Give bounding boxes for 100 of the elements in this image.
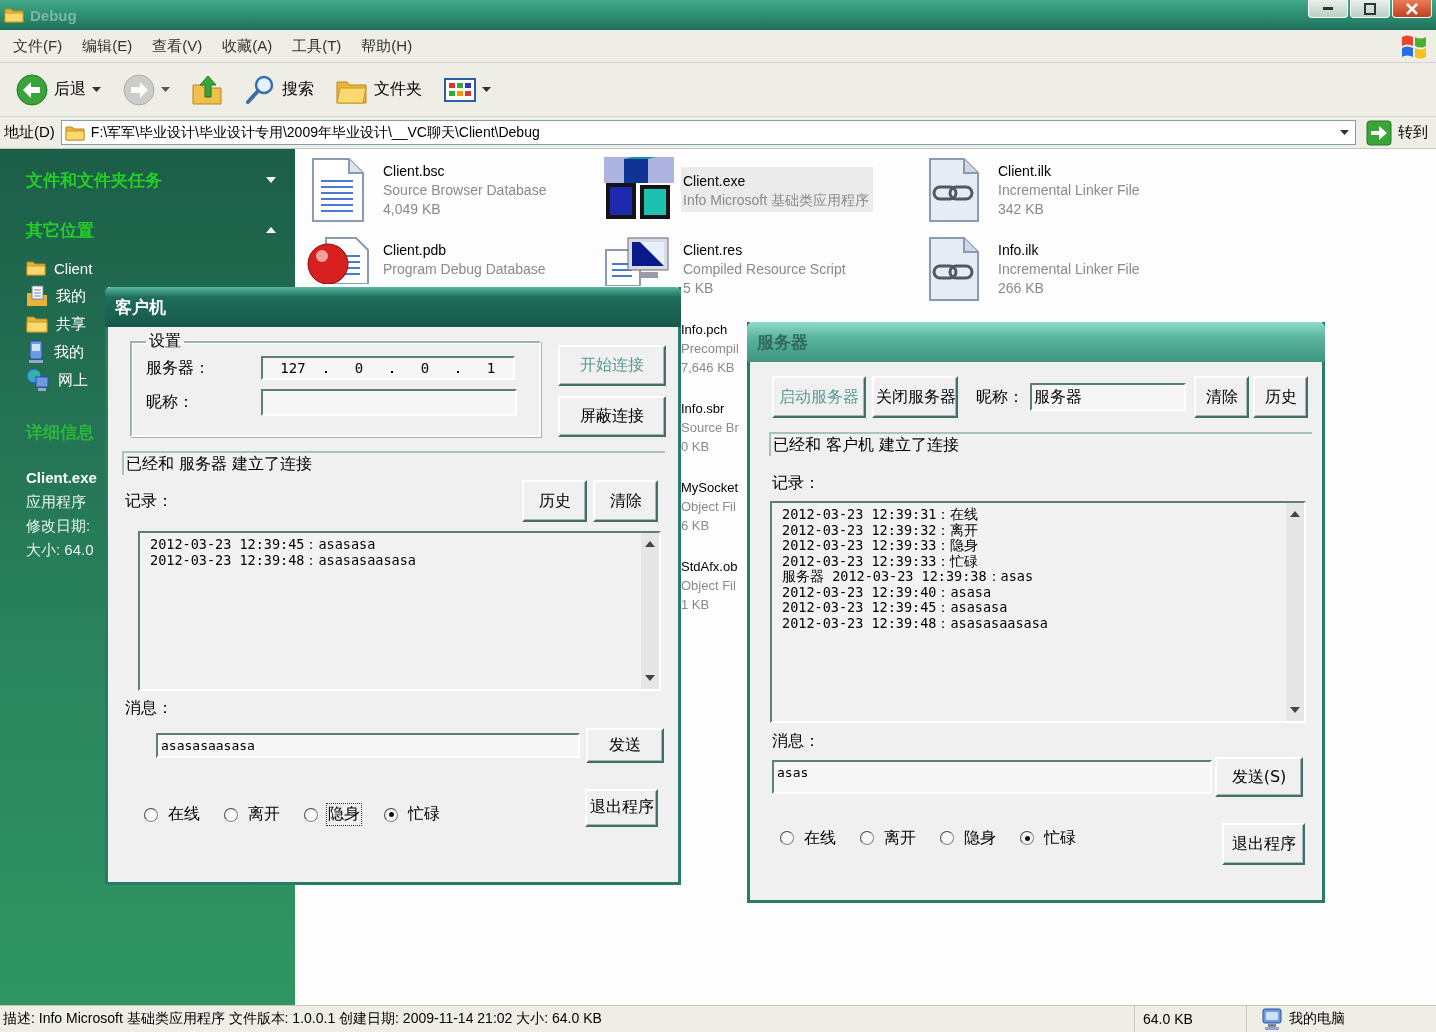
file-label[interactable]: Client.exe Info Microsoft 基础类应用程序 bbox=[681, 167, 873, 212]
radio-option[interactable]: 忙碌 bbox=[1018, 825, 1080, 851]
radio-option[interactable]: 忙碌 bbox=[382, 802, 444, 827]
folder-icon bbox=[26, 314, 48, 334]
button[interactable]: 关闭服务器 bbox=[872, 376, 958, 418]
log-label: 记录： bbox=[125, 490, 173, 512]
exit-button[interactable]: 退出程序 bbox=[585, 788, 658, 827]
search-button[interactable]: 搜索 bbox=[238, 70, 320, 109]
menu-item[interactable]: 查看(V) bbox=[145, 33, 210, 59]
status-description: 描述: Info Microsoft 基础类应用程序 文件版本: 1.0.0.1 创建日期: 2009-11-14 21:02 大小: 64.0 KB bbox=[2, 1010, 603, 1028]
sidebar-link[interactable]: 我的 bbox=[56, 286, 86, 306]
file-label[interactable]: Client.ilk Incremental Linker File 342 KB bbox=[996, 157, 1144, 221]
sidebar-link[interactable]: 我的 bbox=[54, 342, 84, 362]
button[interactable]: 清除 bbox=[1194, 376, 1249, 418]
field-label: 昵称： bbox=[146, 392, 195, 413]
menu-item[interactable]: 工具(T) bbox=[285, 33, 349, 59]
button[interactable]: 清除 bbox=[593, 480, 658, 522]
log-label: 记录： bbox=[772, 473, 821, 494]
sidebar-link[interactable]: 网上 bbox=[58, 370, 88, 390]
scrollbar[interactable] bbox=[641, 533, 659, 689]
radio-option[interactable]: 离开 bbox=[222, 802, 284, 827]
chain-document-icon[interactable] bbox=[926, 236, 982, 302]
status-text: 已经和 客户机 建立了连接 bbox=[769, 432, 1312, 456]
scrollbar[interactable] bbox=[1286, 503, 1304, 721]
button[interactable]: 历史 bbox=[522, 480, 587, 522]
file-label[interactable]: Client.res Compiled Resource Script 5 KB bbox=[681, 236, 850, 300]
send-button[interactable]: 发送(S) bbox=[1215, 757, 1303, 797]
collapse-icon[interactable] bbox=[266, 227, 276, 233]
scroll-down-icon[interactable] bbox=[1290, 707, 1300, 713]
ball-document-icon[interactable] bbox=[306, 236, 372, 284]
expand-icon[interactable] bbox=[266, 177, 276, 183]
nickname-field[interactable] bbox=[261, 389, 517, 416]
folder-up-icon bbox=[192, 74, 222, 105]
file-label[interactable]: MySocket Object Fil 6 KB bbox=[681, 473, 739, 537]
section-title[interactable]: 文件和文件夹任务 bbox=[26, 168, 162, 192]
dialog-title: 服务器 bbox=[757, 330, 808, 354]
radio-option[interactable]: 在线 bbox=[142, 802, 204, 827]
file-label[interactable]: Info.sbr Source Br 0 KB bbox=[681, 394, 739, 458]
menu-item[interactable]: 帮助(H) bbox=[354, 33, 420, 59]
group-title: 设置 bbox=[148, 331, 182, 352]
window-title: Debug bbox=[30, 6, 77, 24]
back-button[interactable]: 后退 bbox=[10, 70, 107, 109]
detail-text: 修改日期: bbox=[26, 516, 91, 536]
file-label[interactable]: Info.pch Precompil 7,646 KB bbox=[681, 315, 739, 379]
minimize-button[interactable] bbox=[1308, 0, 1348, 18]
caret-icon bbox=[161, 87, 170, 92]
folder-icon bbox=[4, 7, 24, 23]
radio-option[interactable]: 在线 bbox=[778, 825, 840, 851]
status-size: 64.0 KB bbox=[1134, 1006, 1246, 1032]
file-label[interactable]: Info.ilk Incremental Linker File 266 KB bbox=[996, 236, 1144, 300]
message-field[interactable]: asas bbox=[772, 760, 1212, 794]
address-field[interactable]: F:\军军\毕业设计\毕业设计专用\2009年毕业设计\__VC聊天\Client\Debug bbox=[60, 120, 1356, 145]
go-button[interactable]: 转到 bbox=[1362, 117, 1432, 148]
log-line: 2012-03-23 12:39:33：忙碌 bbox=[782, 553, 980, 569]
close-button[interactable] bbox=[1392, 0, 1432, 18]
message-field[interactable]: asasasaasasa bbox=[156, 733, 580, 758]
maximize-icon bbox=[1364, 2, 1376, 15]
address-path: F:\军军\毕业设计\毕业设计专用\2009年毕业设计\__VC聊天\Client\Debug bbox=[90, 123, 541, 142]
caret-icon bbox=[1339, 130, 1349, 135]
network-icon bbox=[26, 368, 50, 392]
chain-document-icon[interactable] bbox=[926, 157, 982, 223]
status-zone: 我的电脑 bbox=[1289, 1010, 1345, 1028]
menu-item[interactable]: 编辑(E) bbox=[75, 33, 140, 59]
views-icon bbox=[444, 77, 476, 102]
message-label: 消息： bbox=[772, 731, 821, 752]
log-line: 2012-03-23 12:39:31：在线 bbox=[782, 507, 980, 523]
file-label[interactable]: Client.bsc Source Browser Database 4,049 KB bbox=[381, 157, 551, 221]
scroll-up-icon[interactable] bbox=[1290, 511, 1300, 517]
button[interactable]: 历史 bbox=[1253, 376, 1308, 418]
sidebar-link[interactable]: 共享 bbox=[56, 314, 86, 334]
menu-item[interactable]: 文件(F) bbox=[6, 33, 70, 59]
button[interactable]: 屏蔽连接 bbox=[558, 396, 666, 437]
address-label: 地址(D) bbox=[4, 123, 55, 142]
radio-option[interactable]: 隐身 bbox=[938, 825, 1000, 851]
send-button[interactable]: 发送 bbox=[586, 728, 664, 763]
ip-address-field[interactable]: 127 0 0 1 bbox=[261, 356, 515, 380]
radio-option[interactable]: 离开 bbox=[858, 825, 920, 851]
field-label: 昵称： bbox=[976, 386, 1024, 408]
file-label[interactable]: Client.pdb Program Debug Database bbox=[381, 236, 550, 281]
field-label: 服务器： bbox=[146, 357, 211, 379]
menu-item[interactable]: 收藏(A) bbox=[215, 33, 280, 59]
detail-text: 应用程序 bbox=[26, 492, 86, 512]
message-label: 消息： bbox=[125, 698, 174, 719]
computer-icon bbox=[26, 340, 46, 364]
folders-button[interactable]: 文件夹 bbox=[330, 72, 428, 107]
folder-icon bbox=[26, 260, 46, 276]
scroll-down-icon[interactable] bbox=[645, 675, 655, 681]
log-line: 2012-03-23 12:39:48：asasasaasasa bbox=[782, 615, 1049, 631]
exit-button[interactable]: 退出程序 bbox=[1222, 823, 1305, 865]
minimize-icon bbox=[1323, 7, 1333, 10]
scroll-up-icon[interactable] bbox=[645, 541, 655, 547]
search-icon bbox=[244, 73, 276, 106]
log-line: 2012-03-23 12:39:32：离开 bbox=[782, 522, 980, 538]
dialog-title: 客户机 bbox=[115, 295, 166, 319]
log-line: 2012-03-23 12:39:45：asasasa bbox=[782, 600, 1009, 616]
nickname-field[interactable]: 服务器 bbox=[1030, 383, 1186, 411]
maximize-button[interactable] bbox=[1350, 0, 1390, 18]
caret-icon bbox=[482, 87, 491, 92]
file-label[interactable]: StdAfx.ob Object Fil 1 KB bbox=[681, 552, 738, 616]
sidebar-link[interactable]: Client bbox=[54, 259, 93, 277]
